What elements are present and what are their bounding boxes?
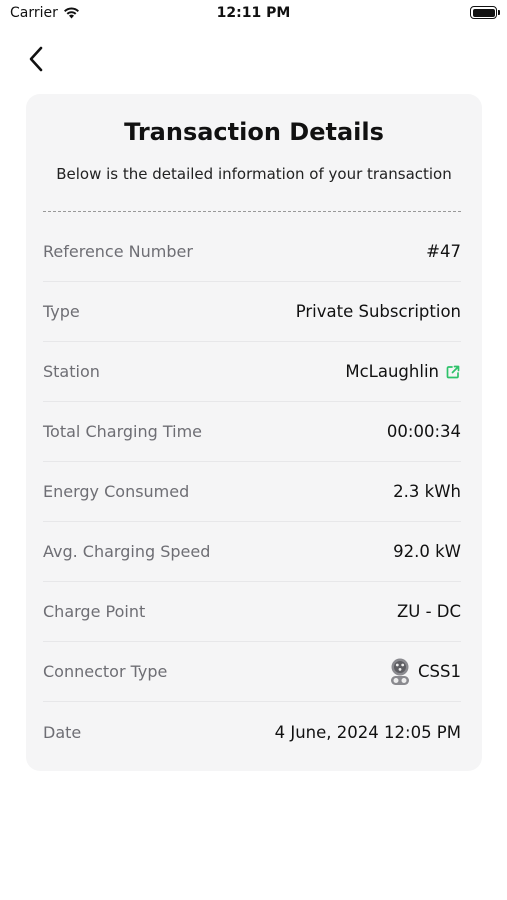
row-value: ZU - DC [396,602,461,621]
row-label: Energy Consumed [43,482,190,501]
status-time: 12:11 PM [216,5,291,21]
external-link-icon[interactable] [445,364,461,380]
row-label: Charge Point [43,602,146,621]
row-label: Total Charging Time [43,422,203,441]
transaction-details-card: Transaction Details Below is the detaile… [26,94,482,771]
page-subtitle: Below is the detailed information of you… [56,165,452,183]
station-name[interactable]: McLaughlin [345,362,439,381]
row-label: Date [43,722,82,742]
row-label: Connector Type [43,662,168,681]
detail-row-total-charging-time: Total Charging Time 00:00:34 [43,402,461,462]
detail-row-station: Station McLaughlin [43,342,461,402]
details-list: Reference Number #47 Type Private Subscr… [43,222,461,762]
row-label: Type [43,302,80,321]
connector-type-value: CSS1 [418,662,461,681]
detail-row-date: Date 4 June, 2024 12:05 PM [43,702,461,762]
row-value: 00:00:34 [386,422,461,441]
row-label: Station [43,362,100,381]
ccs1-connector-icon [388,657,412,687]
station-link[interactable]: McLaughlin [345,362,461,381]
detail-row-connector-type: Connector Type CSS1 [43,642,461,702]
detail-row-type: Type Private Subscription [43,282,461,342]
connector-value: CSS1 [388,657,461,687]
row-label: Reference Number [43,242,193,261]
row-value: Private Subscription [295,302,461,321]
battery-icon [470,6,500,19]
status-bar: Carrier 12:11 PM [0,0,507,30]
row-value: #47 [426,242,461,261]
detail-row-reference-number: Reference Number #47 [43,222,461,282]
row-label: Avg. Charging Speed [43,542,211,561]
detail-row-charge-point: Charge Point ZU - DC [43,582,461,642]
row-value: 4 June, 2024 12:05 PM [274,722,461,742]
dashed-divider [43,211,461,212]
chevron-left-icon [29,46,43,72]
row-value: 92.0 kW [393,542,461,561]
detail-row-avg-charging-speed: Avg. Charging Speed 92.0 kW [43,522,461,582]
row-value: 2.3 kWh [393,482,461,501]
back-button[interactable] [20,43,52,75]
detail-row-energy-consumed: Energy Consumed 2.3 kWh [43,462,461,522]
page-title: Transaction Details [124,118,384,146]
